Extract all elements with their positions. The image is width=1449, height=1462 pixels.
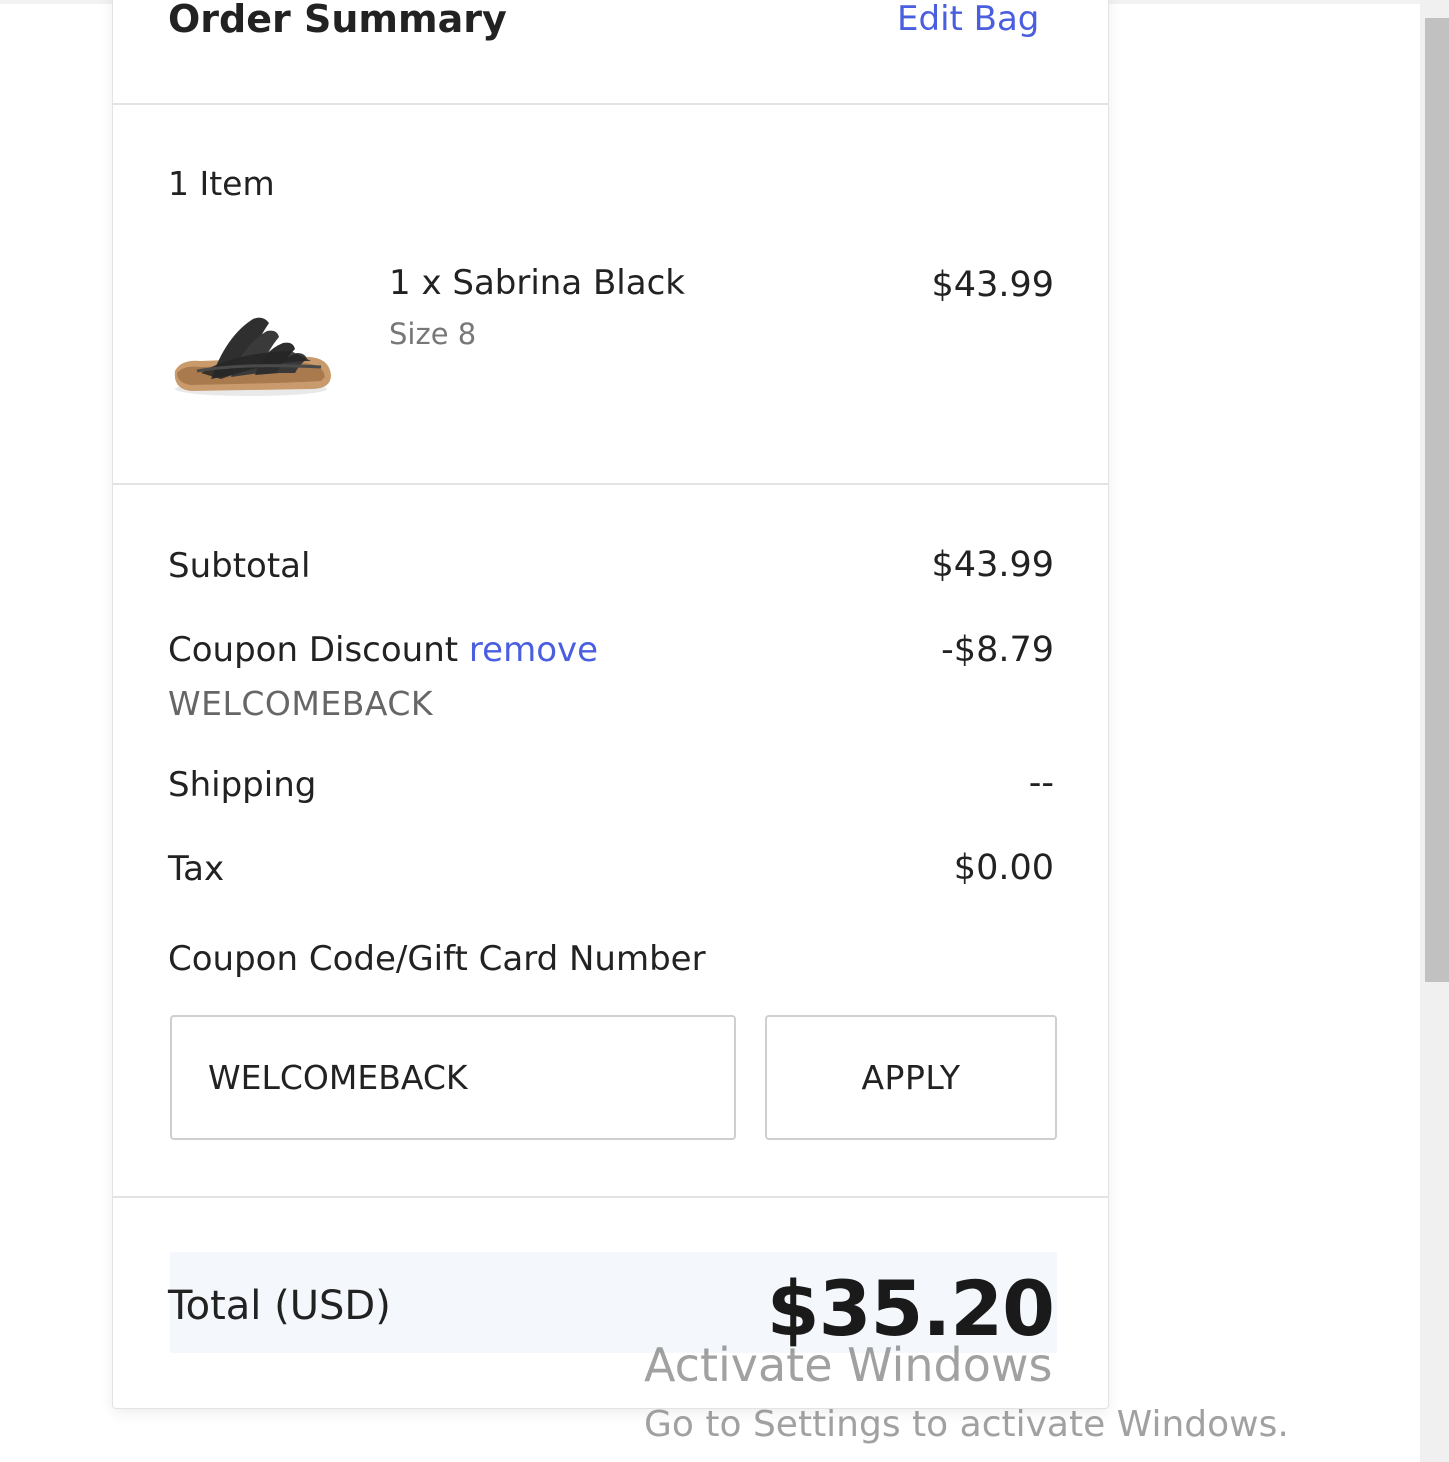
subtotal-value: $43.99 — [931, 545, 1054, 585]
activate-windows-subtext: Go to Settings to activate Windows. — [644, 1404, 1289, 1445]
edit-bag-link[interactable]: Edit Bag — [897, 0, 1039, 39]
item-name: 1 x Sabrina Black — [389, 263, 685, 303]
order-summary-title: Order Summary — [168, 0, 507, 41]
totals-divider — [113, 1196, 1108, 1198]
apply-button[interactable]: APPLY — [765, 1015, 1057, 1140]
tax-value: $0.00 — [953, 848, 1054, 888]
sandal-icon — [174, 317, 331, 396]
shipping-value: -- — [1028, 763, 1054, 803]
coupon-discount-row: Coupon Discount remove — [168, 630, 598, 670]
item-size: Size 8 — [389, 317, 477, 351]
header-divider — [113, 103, 1108, 105]
coupon-code-input[interactable] — [170, 1015, 736, 1140]
total-label: Total (USD) — [168, 1283, 391, 1329]
shipping-label: Shipping — [168, 765, 317, 805]
product-thumbnail — [171, 301, 335, 405]
order-summary-card: Order Summary Edit Bag 1 Item 1 x Sabrin… — [112, 0, 1109, 1409]
activate-windows-watermark: Activate Windows — [644, 1338, 1053, 1392]
coupon-code-label: Coupon Code/Gift Card Number — [168, 939, 706, 979]
item-price: $43.99 — [931, 265, 1054, 305]
scrollbar-thumb[interactable] — [1425, 18, 1449, 982]
tax-label: Tax — [168, 849, 225, 889]
item-count: 1 Item — [168, 164, 275, 203]
remove-coupon-link[interactable]: remove — [469, 630, 598, 670]
applied-coupon-code: WELCOMEBACK — [168, 684, 434, 723]
coupon-discount-value: -$8.79 — [941, 630, 1054, 670]
items-divider — [113, 483, 1108, 485]
coupon-discount-label: Coupon Discount — [168, 630, 459, 670]
subtotal-label: Subtotal — [168, 546, 311, 586]
